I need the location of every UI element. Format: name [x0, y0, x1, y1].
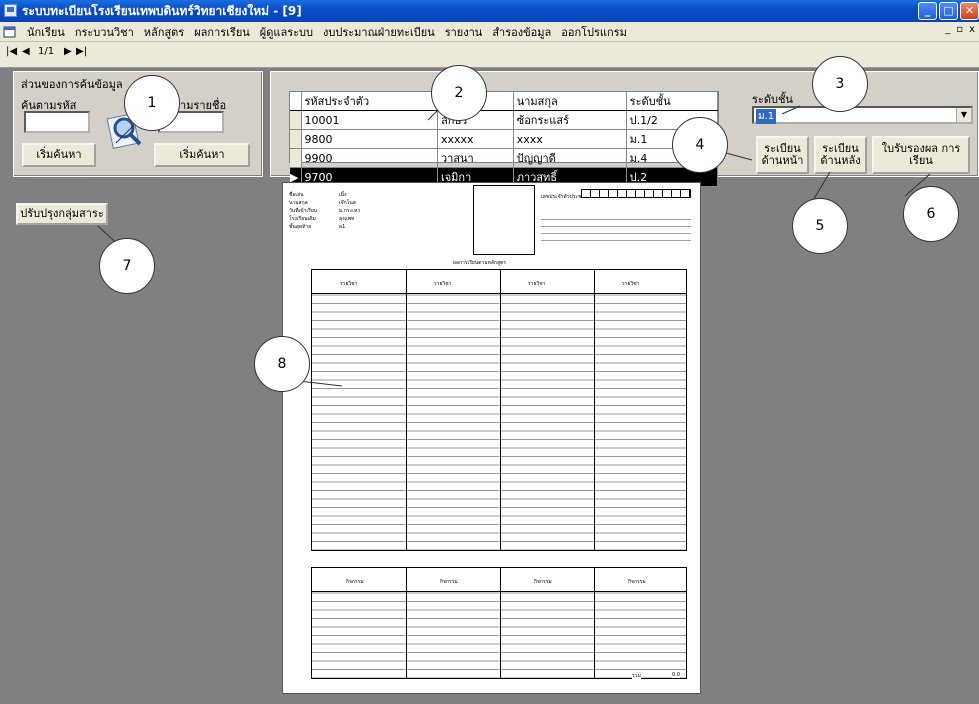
callout-1: 1: [124, 75, 180, 131]
callout-7: 7: [99, 238, 155, 294]
callout-4: 4: [672, 117, 728, 173]
callout-5: 5: [792, 198, 848, 254]
callout-8: 8: [254, 336, 310, 392]
callout-2: 2: [431, 65, 487, 121]
callout-6: 6: [903, 186, 959, 242]
callout-3: 3: [812, 56, 868, 112]
